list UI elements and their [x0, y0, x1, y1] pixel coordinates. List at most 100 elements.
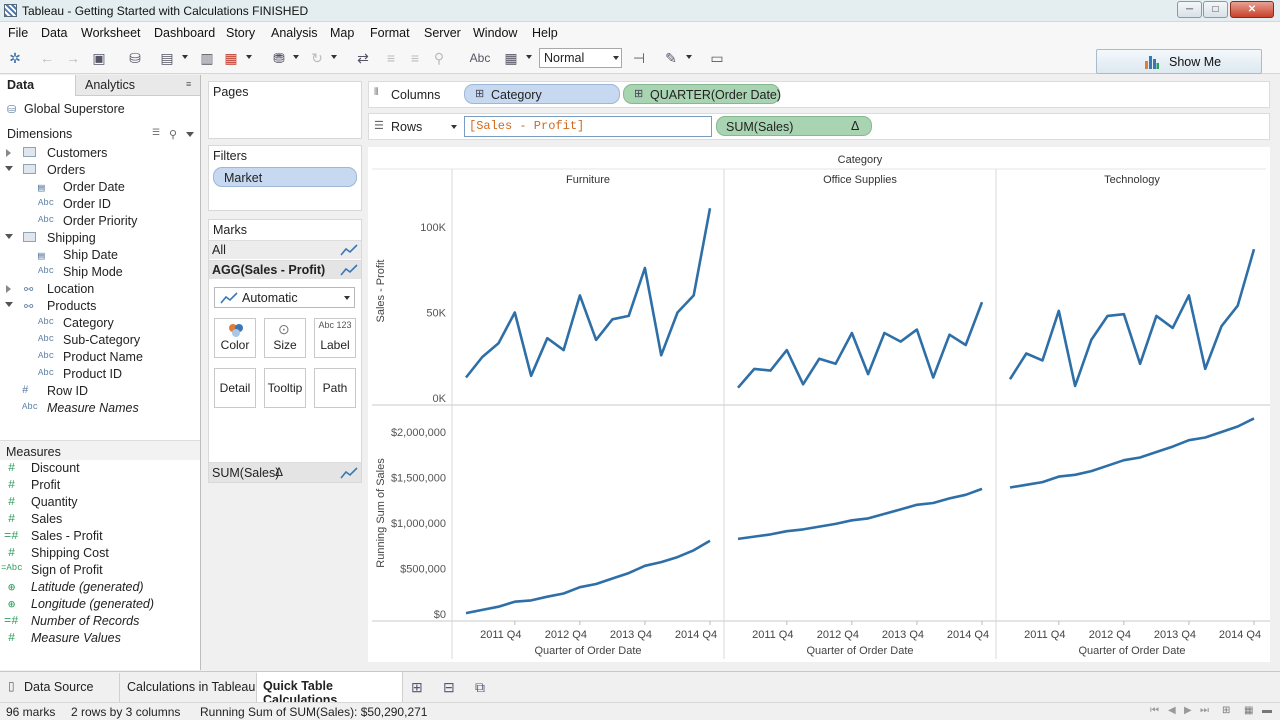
measure-field-sales-profit[interactable]: =# Sales - Profit: [0, 528, 200, 545]
collapse-arrow-icon[interactable]: [5, 302, 13, 307]
show-filmstrip-icon[interactable]: ⊞: [1222, 705, 1230, 716]
show-me-button[interactable]: Show Me: [1096, 49, 1262, 74]
dimension-field-row-id[interactable]: # Row ID: [0, 383, 200, 400]
clear-sheet-dropdown-icon[interactable]: [246, 55, 252, 59]
new-data-source-icon[interactable]: ⛁: [126, 50, 144, 66]
line-chart[interactable]: Category Furniture Office Supplies Technolo…: [368, 147, 1270, 662]
pane-menu-icon[interactable]: ≡: [186, 79, 191, 89]
columns-pill-quarter-order-date[interactable]: ⊞ QUARTER(Order Date): [623, 84, 781, 104]
measure-field-sign-of-profit[interactable]: =Abc Sign of Profit: [0, 562, 200, 579]
dimension-field-shipping[interactable]: Shipping: [0, 230, 200, 247]
menu-server[interactable]: Server: [424, 26, 461, 40]
fix-axes-icon[interactable]: ⊣: [630, 50, 648, 66]
color-button[interactable]: Color: [214, 318, 256, 358]
new-dashboard-tab-icon[interactable]: ⊟: [443, 679, 455, 696]
redo-icon[interactable]: →: [64, 50, 82, 66]
columns-pill-category[interactable]: ⊞ Category: [464, 84, 620, 104]
view-cards-icon[interactable]: ▦: [502, 50, 520, 66]
sort-ascending-icon[interactable]: ≡: [382, 50, 400, 66]
dimension-field-product-id[interactable]: Abc Product ID: [0, 366, 200, 383]
pages-card[interactable]: Pages: [208, 81, 362, 139]
first-sheet-icon[interactable]: ⏮: [1150, 705, 1159, 716]
group-members-icon[interactable]: ⚲: [430, 50, 448, 66]
detail-button[interactable]: Detail: [214, 368, 256, 408]
path-button[interactable]: Path: [314, 368, 356, 408]
tableau-logo-icon[interactable]: ✲: [6, 50, 24, 66]
expand-arrow-icon[interactable]: [6, 149, 11, 157]
label-button[interactable]: Abc 123 Label: [314, 318, 356, 358]
save-icon[interactable]: ▣: [90, 50, 108, 66]
columns-shelf[interactable]: ⦀ Columns ⊞ Category ⊞ QUARTER(Order Dat…: [368, 81, 1270, 108]
show-mark-labels-icon[interactable]: Abc: [468, 50, 492, 66]
new-worksheet-tab-icon[interactable]: ⊞: [411, 679, 423, 696]
measure-field-number-of-records[interactable]: =# Number of Records: [0, 613, 200, 630]
datasource-row[interactable]: ⛁ Global Superstore: [0, 101, 200, 118]
menu-format[interactable]: Format: [370, 26, 410, 40]
highlight-icon[interactable]: ✎: [662, 50, 680, 66]
duplicate-sheet-icon[interactable]: ▥: [198, 50, 216, 66]
rows-dropdown-icon[interactable]: [451, 125, 457, 129]
dimension-field-category[interactable]: Abc Category: [0, 315, 200, 332]
show-sheet-sorter-icon[interactable]: ▦: [1244, 705, 1253, 716]
last-sheet-icon[interactable]: ⏭: [1200, 705, 1209, 716]
new-worksheet-dropdown-icon[interactable]: [182, 55, 188, 59]
marks-measure1-tab[interactable]: AGG(Sales - Profit): [209, 260, 361, 279]
fit-mode-select[interactable]: Normal: [539, 48, 622, 68]
collapse-arrow-icon[interactable]: [5, 166, 13, 171]
pause-updates-icon[interactable]: ⛃: [270, 50, 288, 66]
dimension-field-product-name[interactable]: Abc Product Name: [0, 349, 200, 366]
expand-arrow-icon[interactable]: [6, 285, 11, 293]
dimension-field-location[interactable]: ⚯ Location: [0, 281, 200, 298]
dimension-field-orders[interactable]: Orders: [0, 162, 200, 179]
new-story-tab-icon[interactable]: ⧉: [475, 679, 485, 696]
refresh-icon[interactable]: ↻: [308, 50, 326, 66]
menu-file[interactable]: File: [8, 26, 28, 40]
view-cards-dropdown-icon[interactable]: [526, 55, 532, 59]
marks-all-tab[interactable]: All: [209, 240, 361, 259]
minimize-button[interactable]: ─: [1177, 1, 1202, 18]
dimension-field-sub-category[interactable]: Abc Sub-Category: [0, 332, 200, 349]
close-button[interactable]: ✕: [1230, 1, 1274, 18]
measure-field-sales[interactable]: # Sales: [0, 511, 200, 528]
next-sheet-icon[interactable]: ▶: [1184, 705, 1192, 716]
dimension-field-measure-names[interactable]: Abc Measure Names: [0, 400, 200, 417]
measure-field-longitude-generated[interactable]: ⊕ Longitude (generated): [0, 596, 200, 613]
refresh-dropdown-icon[interactable]: [331, 55, 337, 59]
maximize-button[interactable]: □: [1203, 1, 1228, 18]
clear-sheet-icon[interactable]: ▦: [222, 50, 240, 66]
tab-analytics[interactable]: Analytics: [76, 75, 200, 96]
view-as-list-icon[interactable]: ☰: [152, 128, 160, 138]
menu-map[interactable]: Map: [330, 26, 354, 40]
search-icon[interactable]: ⚲: [169, 128, 177, 142]
undo-icon[interactable]: ←: [38, 50, 56, 66]
measure-field-discount[interactable]: # Discount: [0, 460, 200, 477]
menu-help[interactable]: Help: [532, 26, 558, 40]
prev-sheet-icon[interactable]: ◀: [1168, 705, 1176, 716]
menu-data[interactable]: Data: [41, 26, 67, 40]
collapse-arrow-icon[interactable]: [5, 234, 13, 239]
new-worksheet-icon[interactable]: ▤: [158, 50, 176, 66]
measure-field-measure-values[interactable]: # Measure Values: [0, 630, 200, 647]
mark-type-select[interactable]: Automatic: [214, 287, 355, 308]
filters-card[interactable]: Filters Market: [208, 145, 362, 211]
rows-calc-edit-field[interactable]: [Sales - Profit]: [464, 116, 712, 137]
measure-field-latitude-generated[interactable]: ⊕ Latitude (generated): [0, 579, 200, 596]
dimensions-menu-icon[interactable]: [186, 132, 194, 137]
menu-story[interactable]: Story: [226, 26, 255, 40]
dimension-field-ship-date[interactable]: ▤ Ship Date: [0, 247, 200, 264]
dimension-field-products[interactable]: ⚯ Products: [0, 298, 200, 315]
dimension-field-customers[interactable]: Customers: [0, 145, 200, 162]
pause-updates-dropdown-icon[interactable]: [293, 55, 299, 59]
dimension-field-order-id[interactable]: Abc Order ID: [0, 196, 200, 213]
sort-descending-icon[interactable]: ≡: [406, 50, 424, 66]
filter-pill-market[interactable]: Market: [213, 167, 357, 187]
tab-data[interactable]: Data: [0, 75, 76, 96]
measure-field-shipping-cost[interactable]: # Shipping Cost: [0, 545, 200, 562]
menu-analysis[interactable]: Analysis: [271, 26, 318, 40]
menu-dashboard[interactable]: Dashboard: [154, 26, 215, 40]
tab-quick-table-calculations[interactable]: Quick Table Calculations: [257, 672, 403, 707]
rows-pill-sum-sales[interactable]: SUM(Sales) Δ: [716, 116, 872, 136]
tooltip-button[interactable]: Tooltip: [264, 368, 306, 408]
show-tabs-icon[interactable]: ▬: [1262, 705, 1272, 716]
dimension-field-ship-mode[interactable]: Abc Ship Mode: [0, 264, 200, 281]
